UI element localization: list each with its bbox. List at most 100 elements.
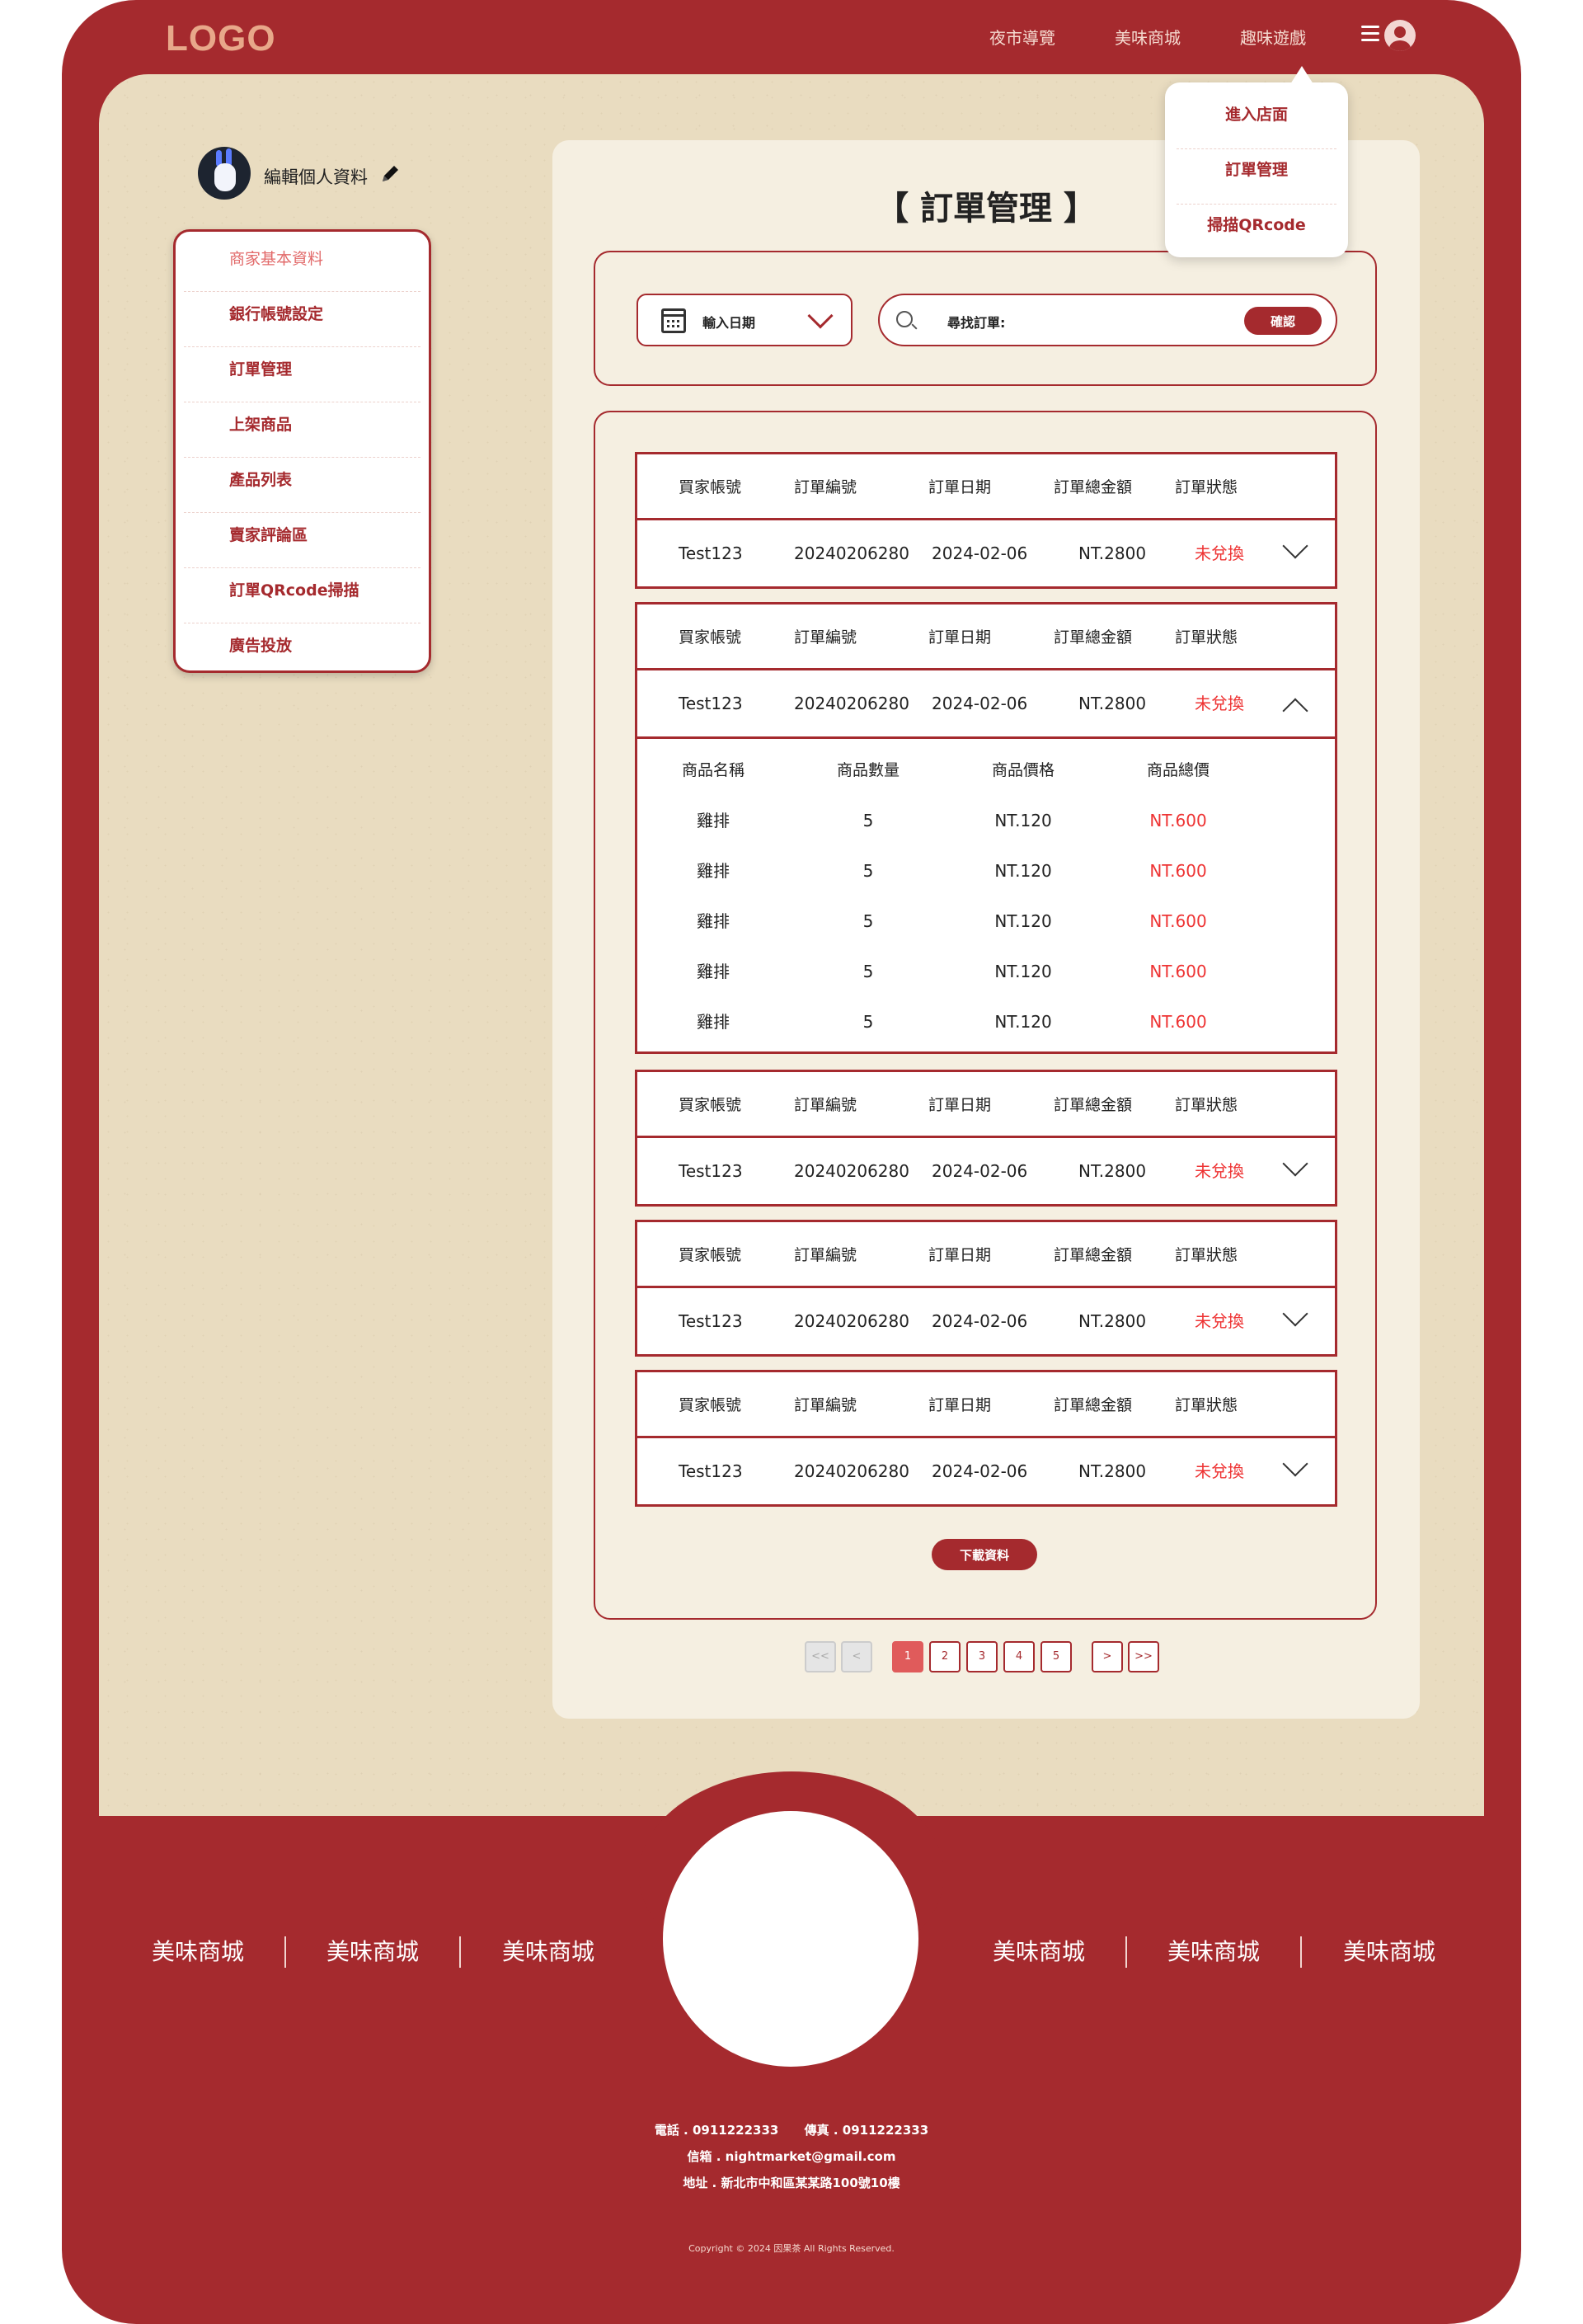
- orders-box: 買家帳號 訂單編號 訂單日期 訂單總金額 訂單狀態 Test123 202402…: [594, 411, 1377, 1620]
- buyer-account: Test123: [679, 543, 743, 563]
- logo[interactable]: LOGO: [166, 18, 276, 59]
- top-nav: 夜市導覽 美味商城 趣味遊戲: [989, 25, 1306, 49]
- order-status: 未兌換: [1195, 1161, 1244, 1181]
- expand-chevron-down-icon[interactable]: [1282, 1451, 1308, 1477]
- footer-link[interactable]: 美味商城: [1127, 1936, 1302, 1968]
- item-row: 雞排 5 NT.120 NT.600: [637, 804, 1335, 854]
- edit-profile-link[interactable]: 編輯個人資料: [264, 164, 368, 189]
- sidebar-item-seller-reviews[interactable]: 賣家評論區: [184, 513, 420, 568]
- page-first-button[interactable]: <<: [805, 1641, 836, 1672]
- date-select[interactable]: 輸入日期: [636, 294, 853, 346]
- item-price: NT.120: [994, 811, 1052, 830]
- download-data-button[interactable]: 下載資料: [932, 1539, 1037, 1570]
- confirm-search-button[interactable]: 確認: [1244, 307, 1322, 335]
- footer-logo-circle: [663, 1811, 918, 2067]
- buyer-account: Test123: [679, 1311, 743, 1331]
- item-price: NT.120: [994, 861, 1052, 881]
- item-name: 雞排: [697, 861, 730, 881]
- page-prev-button[interactable]: <: [841, 1641, 872, 1672]
- order-header-row: 買家帳號 訂單編號 訂單日期 訂單總金額 訂單狀態: [637, 1222, 1335, 1288]
- order-card: 買家帳號 訂單編號 訂單日期 訂單總金額 訂單狀態 Test123 202402…: [635, 1070, 1337, 1207]
- search-input[interactable]: [1020, 307, 1234, 335]
- page-button-4[interactable]: 4: [1003, 1641, 1035, 1672]
- date-select-label: 輸入日期: [702, 315, 756, 331]
- page-button-5[interactable]: 5: [1040, 1641, 1072, 1672]
- order-status: 未兌換: [1195, 543, 1244, 563]
- footer-email: 信箱 . nightmarket@gmail.com: [687, 2149, 896, 2164]
- hamburger-menu-icon[interactable]: [1361, 26, 1379, 42]
- order-row: Test123 20240206280 2024-02-06 NT.2800 未…: [637, 1138, 1335, 1204]
- footer-link[interactable]: 美味商城: [952, 1936, 1127, 1968]
- header-order-status: 訂單狀態: [1175, 1246, 1238, 1264]
- header-order-date: 訂單日期: [928, 1396, 992, 1414]
- sidebar-item-product-list[interactable]: 產品列表: [184, 458, 420, 513]
- header-buyer-account: 買家帳號: [679, 628, 742, 647]
- order-date: 2024-02-06: [932, 543, 1028, 563]
- header-order-total: 訂單總金額: [1054, 478, 1133, 496]
- user-account-icon[interactable]: [1384, 20, 1416, 51]
- footer-links-right: 美味商城 美味商城 美味商城: [952, 1936, 1477, 1968]
- dropdown-scan-qrcode[interactable]: 掃描QRcode: [1177, 205, 1336, 260]
- header-order-status: 訂單狀態: [1175, 478, 1238, 496]
- order-card: 買家帳號 訂單編號 訂單日期 訂單總金額 訂單狀態 Test123 202402…: [635, 1370, 1337, 1507]
- item-qty: 5: [862, 811, 874, 830]
- footer-contact: 電話 . 0911222333 傳真 . 0911222333: [654, 2123, 929, 2138]
- header-order-total: 訂單總金額: [1054, 628, 1133, 647]
- header-order-total: 訂單總金額: [1054, 1096, 1133, 1114]
- order-number: 20240206280: [794, 694, 909, 713]
- item-name: 雞排: [697, 1012, 730, 1032]
- page-button-2[interactable]: 2: [929, 1641, 961, 1672]
- nav-night-market-guide[interactable]: 夜市導覽: [989, 25, 1055, 49]
- header-buyer-account: 買家帳號: [679, 478, 742, 496]
- expand-chevron-down-icon[interactable]: [1282, 1301, 1308, 1327]
- collapse-chevron-up-icon[interactable]: [1282, 698, 1308, 724]
- order-date: 2024-02-06: [932, 694, 1028, 713]
- sidebar-item-list-product[interactable]: 上架商品: [184, 402, 420, 458]
- order-status: 未兌換: [1195, 1461, 1244, 1481]
- footer-link[interactable]: 美味商城: [286, 1936, 461, 1968]
- pencil-icon[interactable]: [379, 163, 401, 185]
- dropdown-order-management[interactable]: 訂單管理: [1177, 149, 1336, 205]
- footer-link[interactable]: 美味商城: [111, 1936, 286, 1968]
- avatar[interactable]: [198, 147, 251, 200]
- order-number: 20240206280: [794, 1461, 909, 1481]
- footer-links-left: 美味商城 美味商城 美味商城: [111, 1936, 636, 1968]
- search-icon: [896, 311, 913, 327]
- footer-address: 地址 . 新北市中和區某某路100號10樓: [683, 2176, 900, 2190]
- item-total: NT.600: [1149, 911, 1207, 931]
- sidebar-item-bank-account[interactable]: 銀行帳號設定: [184, 292, 420, 347]
- item-row: 雞排 5 NT.120 NT.600: [637, 905, 1335, 955]
- page-next-button[interactable]: >: [1092, 1641, 1123, 1672]
- order-items: 商品名稱 商品數量 商品價格 商品總價 雞排 5 NT.120 NT.600 雞…: [637, 736, 1335, 1051]
- page-button-3[interactable]: 3: [966, 1641, 998, 1672]
- item-qty: 5: [862, 861, 874, 881]
- sidebar-item-order-management[interactable]: 訂單管理: [184, 347, 420, 402]
- order-card-expanded: 買家帳號 訂單編號 訂單日期 訂單總金額 訂單狀態 Test123 202402…: [635, 602, 1337, 1054]
- order-header-row: 買家帳號 訂單編號 訂單日期 訂單總金額 訂單狀態: [637, 605, 1335, 670]
- nav-food-mall[interactable]: 美味商城: [1115, 25, 1181, 49]
- footer-link[interactable]: 美味商城: [461, 1936, 636, 1968]
- order-total: NT.2800: [1078, 694, 1147, 713]
- expand-chevron-down-icon[interactable]: [1282, 533, 1308, 559]
- order-date: 2024-02-06: [932, 1461, 1028, 1481]
- order-header-row: 買家帳號 訂單編號 訂單日期 訂單總金額 訂單狀態: [637, 454, 1335, 520]
- page-button-1[interactable]: 1: [892, 1641, 923, 1672]
- header-order-date: 訂單日期: [928, 1096, 992, 1114]
- header-order-number: 訂單編號: [794, 1246, 857, 1264]
- expand-chevron-down-icon[interactable]: [1282, 1150, 1308, 1177]
- page-last-button[interactable]: >>: [1128, 1641, 1159, 1672]
- footer-link[interactable]: 美味商城: [1302, 1936, 1477, 1968]
- sidebar-item-advertising[interactable]: 廣告投放: [184, 623, 420, 679]
- item-price: NT.120: [994, 911, 1052, 931]
- item-total: NT.600: [1149, 811, 1207, 830]
- header-buyer-account: 買家帳號: [679, 1246, 742, 1264]
- dropdown-enter-store[interactable]: 進入店面: [1177, 94, 1336, 149]
- order-date: 2024-02-06: [932, 1161, 1028, 1181]
- buyer-account: Test123: [679, 1161, 743, 1181]
- order-header-row: 買家帳號 訂單編號 訂單日期 訂單總金額 訂單狀態: [637, 1372, 1335, 1438]
- item-row: 雞排 5 NT.120 NT.600: [637, 955, 1335, 1005]
- sidebar-item-store-info[interactable]: 商家基本資料: [184, 237, 420, 292]
- nav-fun-games[interactable]: 趣味遊戲: [1240, 25, 1306, 49]
- sidebar-item-order-qrcode-scan[interactable]: 訂單QRcode掃描: [184, 568, 420, 623]
- order-number: 20240206280: [794, 543, 909, 563]
